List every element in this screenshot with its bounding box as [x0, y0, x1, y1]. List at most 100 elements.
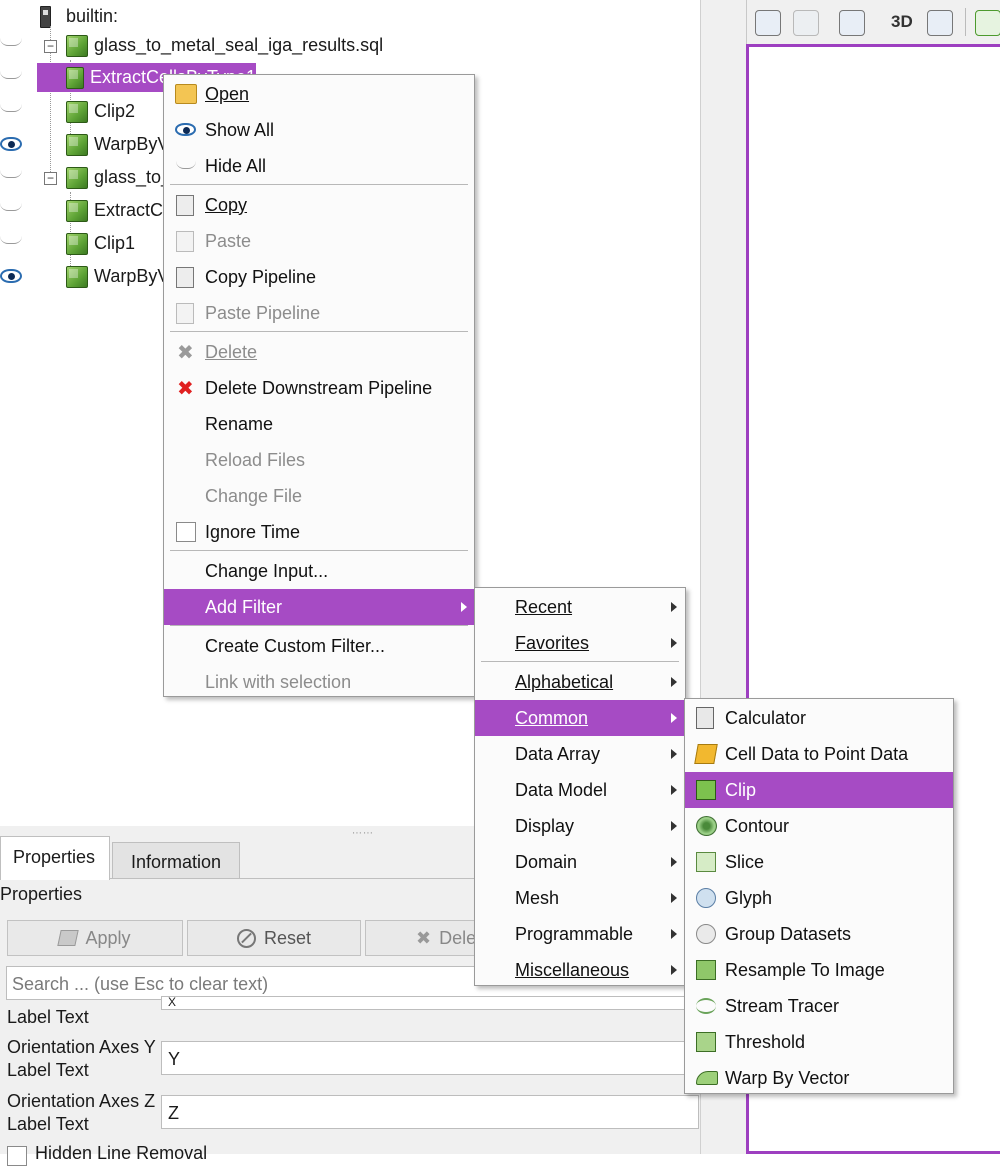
zoom-to-box-icon[interactable]: [927, 10, 953, 36]
menu-item-add-filter[interactable]: Add Filter: [164, 589, 474, 625]
menu-label: Delete: [205, 341, 258, 362]
menu-item-display[interactable]: Display: [475, 808, 685, 844]
dataset-cube-icon: [66, 232, 88, 255]
tree-item[interactable]: Clip2: [66, 95, 135, 128]
cell-to-point-icon: [694, 744, 718, 764]
submenu-arrow-icon: [671, 713, 677, 723]
splitter-handle[interactable]: ⋯⋯: [352, 828, 374, 839]
tree-item[interactable]: glass_to_metal_seal_iga_results.sql: [66, 29, 383, 62]
visibility-hidden-icon[interactable]: [0, 170, 22, 178]
menu-item-delete[interactable]: ✖ Delete: [164, 334, 474, 370]
common-filters-submenu: Calculator Cell Data to Point Data Clip …: [684, 698, 954, 1094]
menu-item-link-with-selection[interactable]: Link with selection: [164, 664, 474, 700]
menu-item-group-datasets[interactable]: Group Datasets: [685, 916, 953, 952]
ignore-time-checkbox[interactable]: [176, 522, 196, 542]
menu-item-miscellaneous[interactable]: Miscellaneous: [475, 952, 685, 988]
menu-label: Warp By Vector: [725, 1067, 850, 1088]
menu-item-paste[interactable]: Paste: [164, 223, 474, 259]
menu-item-favorites[interactable]: Favorites: [475, 625, 685, 661]
menu-item-change-file[interactable]: Change File: [164, 478, 474, 514]
menu-label: Change File: [205, 485, 303, 506]
x-label-text-field[interactable]: X: [161, 996, 699, 1010]
menu-item-show-all[interactable]: Show All: [164, 112, 474, 148]
menu-label: Change Input...: [205, 560, 329, 581]
y-label-text-field[interactable]: Y: [161, 1041, 699, 1075]
menu-label: Mesh: [515, 887, 560, 908]
menu-item-resample-to-image[interactable]: Resample To Image: [685, 952, 953, 988]
menu-label: Reload Files: [205, 449, 306, 470]
collapse-icon[interactable]: −: [44, 172, 57, 185]
menu-label: Resample To Image: [725, 959, 885, 980]
menu-item-change-input[interactable]: Change Input...: [164, 553, 474, 589]
menu-item-copy[interactable]: Copy: [164, 187, 474, 223]
camera-capture-icon[interactable]: [839, 10, 865, 36]
menu-item-threshold[interactable]: Threshold: [685, 1024, 953, 1060]
reset-button[interactable]: Reset: [187, 920, 361, 956]
toolbar-divider: [965, 8, 966, 36]
menu-label: Link with selection: [205, 671, 352, 692]
menu-item-slice[interactable]: Slice: [685, 844, 953, 880]
menu-item-contour[interactable]: Contour: [685, 808, 953, 844]
delete-x-icon: ✖: [416, 927, 432, 948]
menu-item-glyph[interactable]: Glyph: [685, 880, 953, 916]
menu-label: Glyph: [725, 887, 773, 908]
visibility-hidden-icon[interactable]: [0, 104, 22, 112]
menu-item-programmable[interactable]: Programmable: [475, 916, 685, 952]
menu-item-reload-files[interactable]: Reload Files: [164, 442, 474, 478]
menu-item-open[interactable]: Open: [164, 76, 474, 112]
submenu-arrow-icon: [671, 929, 677, 939]
menu-item-hide-all[interactable]: Hide All: [164, 148, 474, 184]
delete-button[interactable]: ✖ Dele: [365, 920, 476, 956]
menu-label: Display: [515, 815, 575, 836]
visibility-hidden-icon[interactable]: [0, 203, 22, 211]
reset-camera-icon[interactable]: [755, 10, 781, 36]
menu-label: Cell Data to Point Data: [725, 743, 909, 764]
menu-item-create-custom-filter[interactable]: Create Custom Filter...: [164, 628, 474, 664]
menu-item-stream-tracer[interactable]: Stream Tracer: [685, 988, 953, 1024]
menu-label: Copy Pipeline: [205, 266, 317, 287]
menu-separator: [170, 184, 468, 185]
menu-item-warp-by-vector[interactable]: Warp By Vector: [685, 1060, 953, 1096]
menu-label: Slice: [725, 851, 765, 872]
hidden-line-checkbox[interactable]: [7, 1146, 27, 1166]
menu-item-rename[interactable]: Rename: [164, 406, 474, 442]
menu-item-ignore-time[interactable]: Ignore Time: [164, 514, 474, 550]
visibility-visible-icon[interactable]: [0, 269, 22, 283]
tab-properties[interactable]: Properties: [0, 836, 110, 880]
menu-item-data-model[interactable]: Data Model: [475, 772, 685, 808]
menu-item-paste-pipeline[interactable]: Paste Pipeline: [164, 295, 474, 331]
menu-separator: [170, 550, 468, 551]
y-axis-label-line1: Orientation Axes Y: [7, 1037, 156, 1057]
menu-item-copy-pipeline[interactable]: Copy Pipeline: [164, 259, 474, 295]
submenu-arrow-icon: [671, 638, 677, 648]
menu-item-alphabetical[interactable]: Alphabetical: [475, 664, 685, 700]
menu-separator: [170, 625, 468, 626]
menu-item-delete-downstream[interactable]: ✖ Delete Downstream Pipeline: [164, 370, 474, 406]
menu-item-data-array[interactable]: Data Array: [475, 736, 685, 772]
view-mode-3d-button[interactable]: 3D: [891, 12, 913, 32]
dataset-cube-icon: [66, 34, 88, 57]
view-toolbar: 3D: [746, 0, 1000, 44]
apply-button[interactable]: Apply: [7, 920, 183, 956]
visibility-hidden-icon[interactable]: [0, 71, 22, 79]
menu-item-calculator[interactable]: Calculator: [685, 700, 953, 736]
resample-icon: [696, 960, 716, 980]
tree-item[interactable]: Clip1: [66, 227, 135, 260]
z-label-text-field[interactable]: Z: [161, 1095, 699, 1129]
menu-label: Alphabetical: [515, 671, 614, 692]
visibility-hidden-icon[interactable]: [0, 236, 22, 244]
menu-item-mesh[interactable]: Mesh: [475, 880, 685, 916]
tab-information[interactable]: Information: [112, 842, 240, 878]
visibility-visible-icon[interactable]: [0, 137, 22, 151]
split-view-plus-icon[interactable]: [975, 10, 1000, 36]
menu-item-domain[interactable]: Domain: [475, 844, 685, 880]
pipeline-context-menu: Open Show All Hide All Copy Paste Copy P…: [163, 74, 475, 697]
visibility-hidden-icon[interactable]: [0, 38, 22, 46]
menu-item-cell-data-to-point-data[interactable]: Cell Data to Point Data: [685, 736, 953, 772]
menu-item-clip[interactable]: Clip: [685, 772, 953, 808]
menu-label: Paste: [205, 230, 252, 251]
menu-item-common[interactable]: Common: [475, 700, 685, 736]
collapse-icon[interactable]: −: [44, 40, 57, 53]
redo-camera-icon[interactable]: [793, 10, 819, 36]
menu-item-recent[interactable]: Recent: [475, 589, 685, 625]
